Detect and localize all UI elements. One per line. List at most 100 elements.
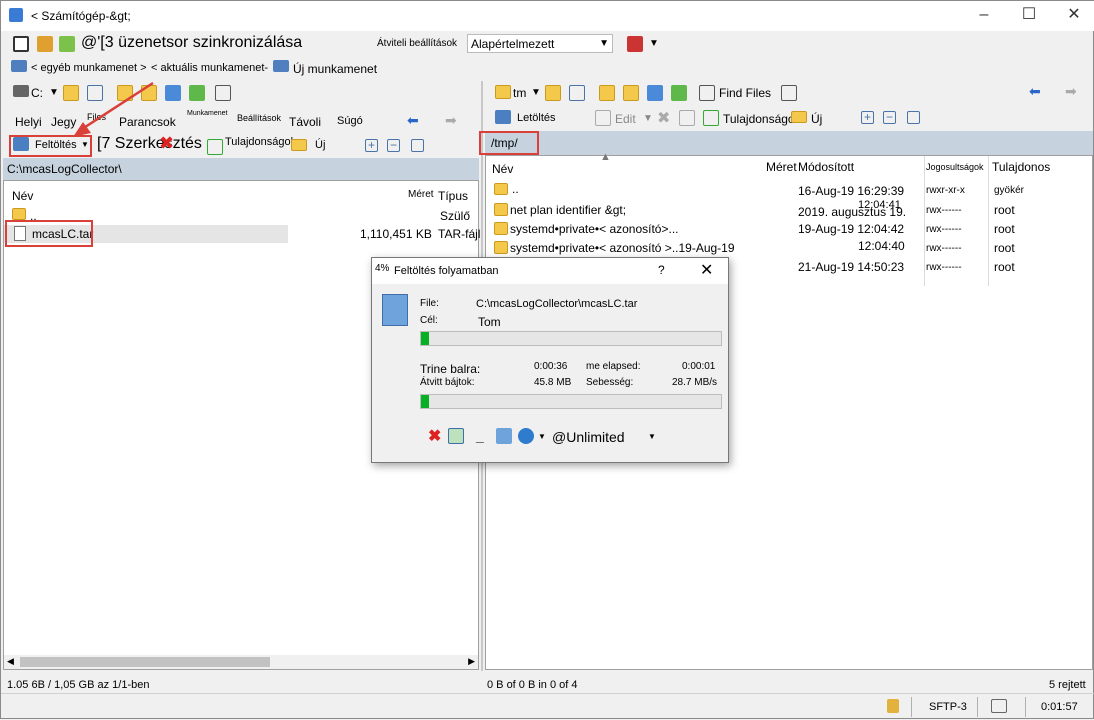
left-drive-select[interactable]: C: [31,86,43,100]
properties-button[interactable]: Tulajdonságok [723,112,801,126]
refresh-icon[interactable] [671,85,687,101]
delete-icon[interactable]: ✖ [657,108,670,128]
close-button[interactable]: ✕ [1059,5,1089,27]
chevron-down-icon[interactable]: ▼ [49,87,59,98]
compare-icon[interactable] [37,36,53,52]
chevron-down-icon[interactable]: ▼ [643,113,653,124]
window-title: < Számítógép-&gt; [31,9,131,23]
session-color-icon[interactable] [627,36,643,52]
refresh-icon[interactable] [189,85,205,101]
tree-icon[interactable] [215,85,231,101]
chevron-down-icon[interactable]: ▼ [648,432,656,441]
sync-queue-label[interactable]: @'[3 üzenetsor szinkronizálása [81,34,302,52]
scroll-right-icon[interactable]: ▶ [468,656,475,667]
new-folder-icon[interactable] [791,111,807,123]
scroll-thumb[interactable] [20,657,270,667]
new-folder-icon[interactable] [291,139,307,151]
sync-browse-icon[interactable] [59,36,75,52]
column-type[interactable]: Típus [438,189,468,203]
parent-dir-icon[interactable] [599,85,615,101]
maximize-button[interactable]: ☐ [1014,5,1044,27]
tab-other-session[interactable]: < egyéb munkamenet > [31,62,147,74]
table-row[interactable]: systemd•private•< azonosító >..19-Aug-19… [492,239,1092,257]
help-button[interactable]: ? [658,263,665,277]
column-rights[interactable]: Jogosultságok [926,162,984,172]
filter-icon[interactable] [907,111,920,124]
speed-value: 28.7 MB/s [672,377,718,388]
pause-icon[interactable] [448,428,464,444]
once-done-icon[interactable] [518,428,534,444]
home-icon[interactable] [647,85,663,101]
right-drive-select[interactable]: tm [513,86,526,100]
properties-icon[interactable] [703,110,719,126]
collapse-icon[interactable]: − [387,139,400,152]
menu-session[interactable]: Munkamenet [187,110,227,117]
menu-help[interactable]: Súgó [337,115,363,127]
properties-button[interactable]: Tulajdonságok [225,136,296,148]
back-icon[interactable]: ⬅ [1029,83,1041,100]
download-icon[interactable] [495,110,511,124]
rename-icon[interactable] [679,110,695,126]
expand-icon[interactable]: + [365,139,378,152]
find-files-button[interactable]: Find Files [719,86,771,100]
collapse-icon[interactable]: − [883,111,896,124]
column-size[interactable]: Méret [408,189,434,200]
minimize-button[interactable]: – [969,5,999,27]
edit-icon[interactable] [595,110,611,126]
new-session-tab[interactable]: Új munkamenet [293,62,377,76]
filter-icon[interactable] [569,85,585,101]
home-icon[interactable] [165,85,181,101]
expand-icon[interactable]: + [861,111,874,124]
minimize-icon[interactable]: _ [476,428,484,444]
search-icon[interactable] [699,85,715,101]
menu-settings[interactable]: Beállítások [237,113,281,123]
download-button[interactable]: Letöltés [517,112,556,124]
row-modified: 2019. augusztus 19. [798,205,907,219]
folder-icon [494,241,508,254]
close-icon[interactable]: ✕ [700,260,713,280]
table-row[interactable]: systemd•private•< azonosító>... 19-Aug-1… [492,220,1092,238]
left-path-bar[interactable]: C:\mcasLogCollector\ [3,158,479,180]
file-type: Szülő [440,209,471,223]
chevron-down-icon[interactable]: ▼ [531,87,541,98]
row-modified: 16-Aug-19 16:29:39 [798,184,905,198]
status-bar: 1.05 6B / 1,05 GB az 1/1-ben 0 B of 0 B … [1,673,1094,720]
app-icon [9,8,23,22]
column-modified[interactable]: Módosított [798,160,854,174]
transfer-settings-label: Átviteli beállítások [377,38,458,49]
speed-limit-select[interactable]: @Unlimited [552,429,625,445]
transfer-preset-select[interactable]: Alapértelmezett ▼ [467,34,613,53]
table-row[interactable]: net plan identifier &gt; 12:04:41 2019. … [492,199,1092,219]
tab-current-session[interactable]: < aktuális munkamenet- [151,62,268,74]
back-icon[interactable]: ⬅ [407,112,419,129]
table-row[interactable]: .. 16-Aug-19 16:29:39 rwxr-xr-x gyökér [492,182,1092,200]
hidden-count[interactable]: 5 rejtett [1049,679,1086,691]
menu-local[interactable]: Helyi [15,115,42,129]
scroll-left-icon[interactable]: ◀ [7,656,14,667]
open-folder-icon[interactable] [545,85,561,101]
column-name[interactable]: Név [492,162,513,176]
forward-icon[interactable]: ➡ [445,112,457,129]
chevron-down-icon[interactable]: ▼ [649,38,659,49]
column-size[interactable]: Méret [766,160,797,174]
row-name: net plan identifier &gt; [510,203,627,217]
right-path-bar[interactable]: /tmp/ [485,131,1093,155]
delete-icon[interactable]: ✖ [159,133,174,154]
filter-icon[interactable] [411,139,424,152]
column-owner[interactable]: Tulajdonos [992,160,1050,174]
new-button[interactable]: Új [811,112,822,126]
chevron-down-icon[interactable]: ▼ [538,432,546,441]
cancel-icon[interactable]: ✖ [428,426,441,446]
column-name[interactable]: Név [12,189,33,203]
edit-button[interactable]: Edit [615,112,636,126]
menu-remote[interactable]: Távoli [289,115,321,129]
grid-icon[interactable] [13,36,29,52]
move-to-background-icon[interactable] [496,428,512,444]
tree-icon[interactable] [781,85,797,101]
root-dir-icon[interactable] [623,85,639,101]
horizontal-scrollbar[interactable]: ◀ ▶ [4,655,478,669]
speed-label: Sebesség: [586,377,634,388]
new-button[interactable]: Új [315,139,325,151]
properties-icon[interactable] [207,139,223,155]
forward-icon[interactable]: ➡ [1065,83,1077,100]
